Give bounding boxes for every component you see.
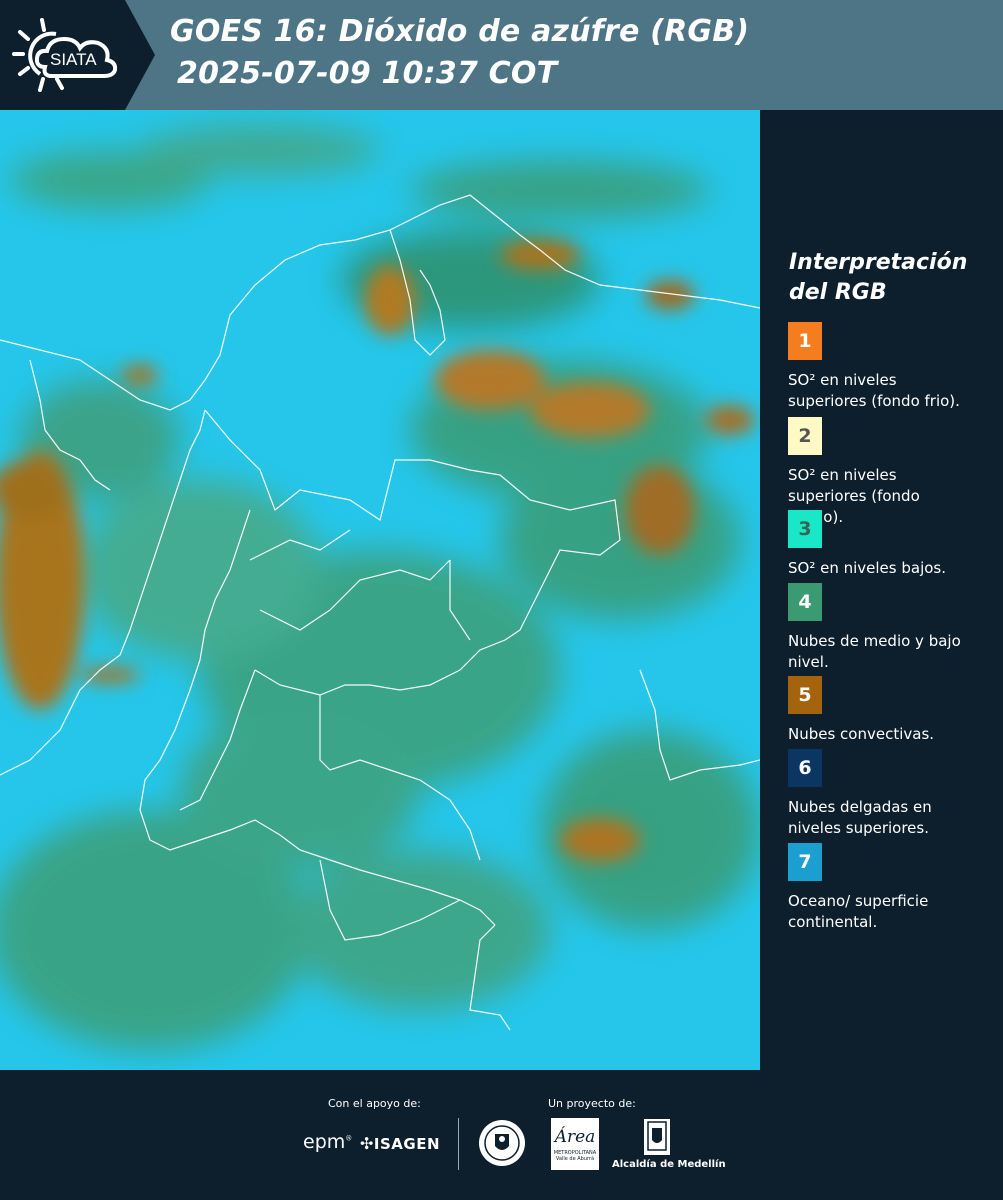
legend-item: 6 Nubes delgadas en niveles superiores.	[788, 749, 978, 839]
legend-label: Nubes convectivas.	[788, 725, 935, 743]
support-label: Con el apoyo de:	[328, 1097, 421, 1110]
legend-swatch: 6	[788, 749, 822, 787]
legend-panel: Interpretación del RGB 1 SO² en niveles …	[760, 110, 1003, 1070]
legend-swatch: 1	[788, 322, 822, 360]
footer-divider	[458, 1118, 459, 1170]
project-label: Un proyecto de:	[548, 1097, 636, 1110]
legend-title: Interpretación del RGB	[789, 250, 968, 305]
legend-item: 1 SO² en niveles superiores (fondo frio)…	[788, 322, 978, 412]
legend-label: SO² en niveles bajos.	[788, 559, 947, 577]
legend-swatch: 2	[788, 417, 822, 455]
legend-label: Oceano/ superficie continental.	[788, 892, 929, 931]
medellin-seal-icon	[479, 1120, 525, 1166]
legend-item: 5 Nubes convectivas.	[788, 676, 978, 745]
siata-logo: SIATA	[0, 0, 155, 110]
legend-label: Nubes de medio y bajo nivel.	[788, 632, 961, 671]
svg-text:SIATA: SIATA	[50, 50, 97, 69]
timestamp: 2025-07-09 10:37 COT	[177, 56, 558, 91]
isagen-logo: ✣ISAGEN	[360, 1134, 441, 1153]
isagen-symbol-icon: ✣	[360, 1134, 374, 1153]
sun-cloud-icon: SIATA	[12, 18, 118, 92]
legend-swatch: 5	[788, 676, 822, 714]
epm-logo: epm®	[303, 1131, 353, 1153]
legend-label: SO² en niveles superiores (fondo frio).	[788, 371, 960, 410]
legend-item: 4 Nubes de medio y bajo nivel.	[788, 583, 978, 673]
legend-swatch: 3	[788, 510, 822, 548]
page-title: GOES 16: Dióxido de azúfre (RGB)	[170, 14, 750, 49]
area-metropolitana-logo: Área METROPOLITANA Valle de Aburrá	[551, 1118, 599, 1170]
footer: Con el apoyo de: Un proyecto de: epm® ✣I…	[0, 1070, 1003, 1200]
header-bar: SIATA GOES 16: Dióxido de azúfre (RGB) 2…	[0, 0, 1003, 110]
legend-item: 7 Oceano/ superficie continental.	[788, 843, 978, 933]
legend-label: Nubes delgadas en niveles superiores.	[788, 798, 932, 837]
legend-item: 3 SO² en niveles bajos.	[788, 510, 978, 579]
legend-swatch: 4	[788, 583, 822, 621]
legend-swatch: 7	[788, 843, 822, 881]
alcaldia-crest-icon	[644, 1119, 670, 1155]
alcaldia-label: Alcaldía de Medellín	[612, 1159, 726, 1170]
satellite-map	[0, 110, 760, 1070]
